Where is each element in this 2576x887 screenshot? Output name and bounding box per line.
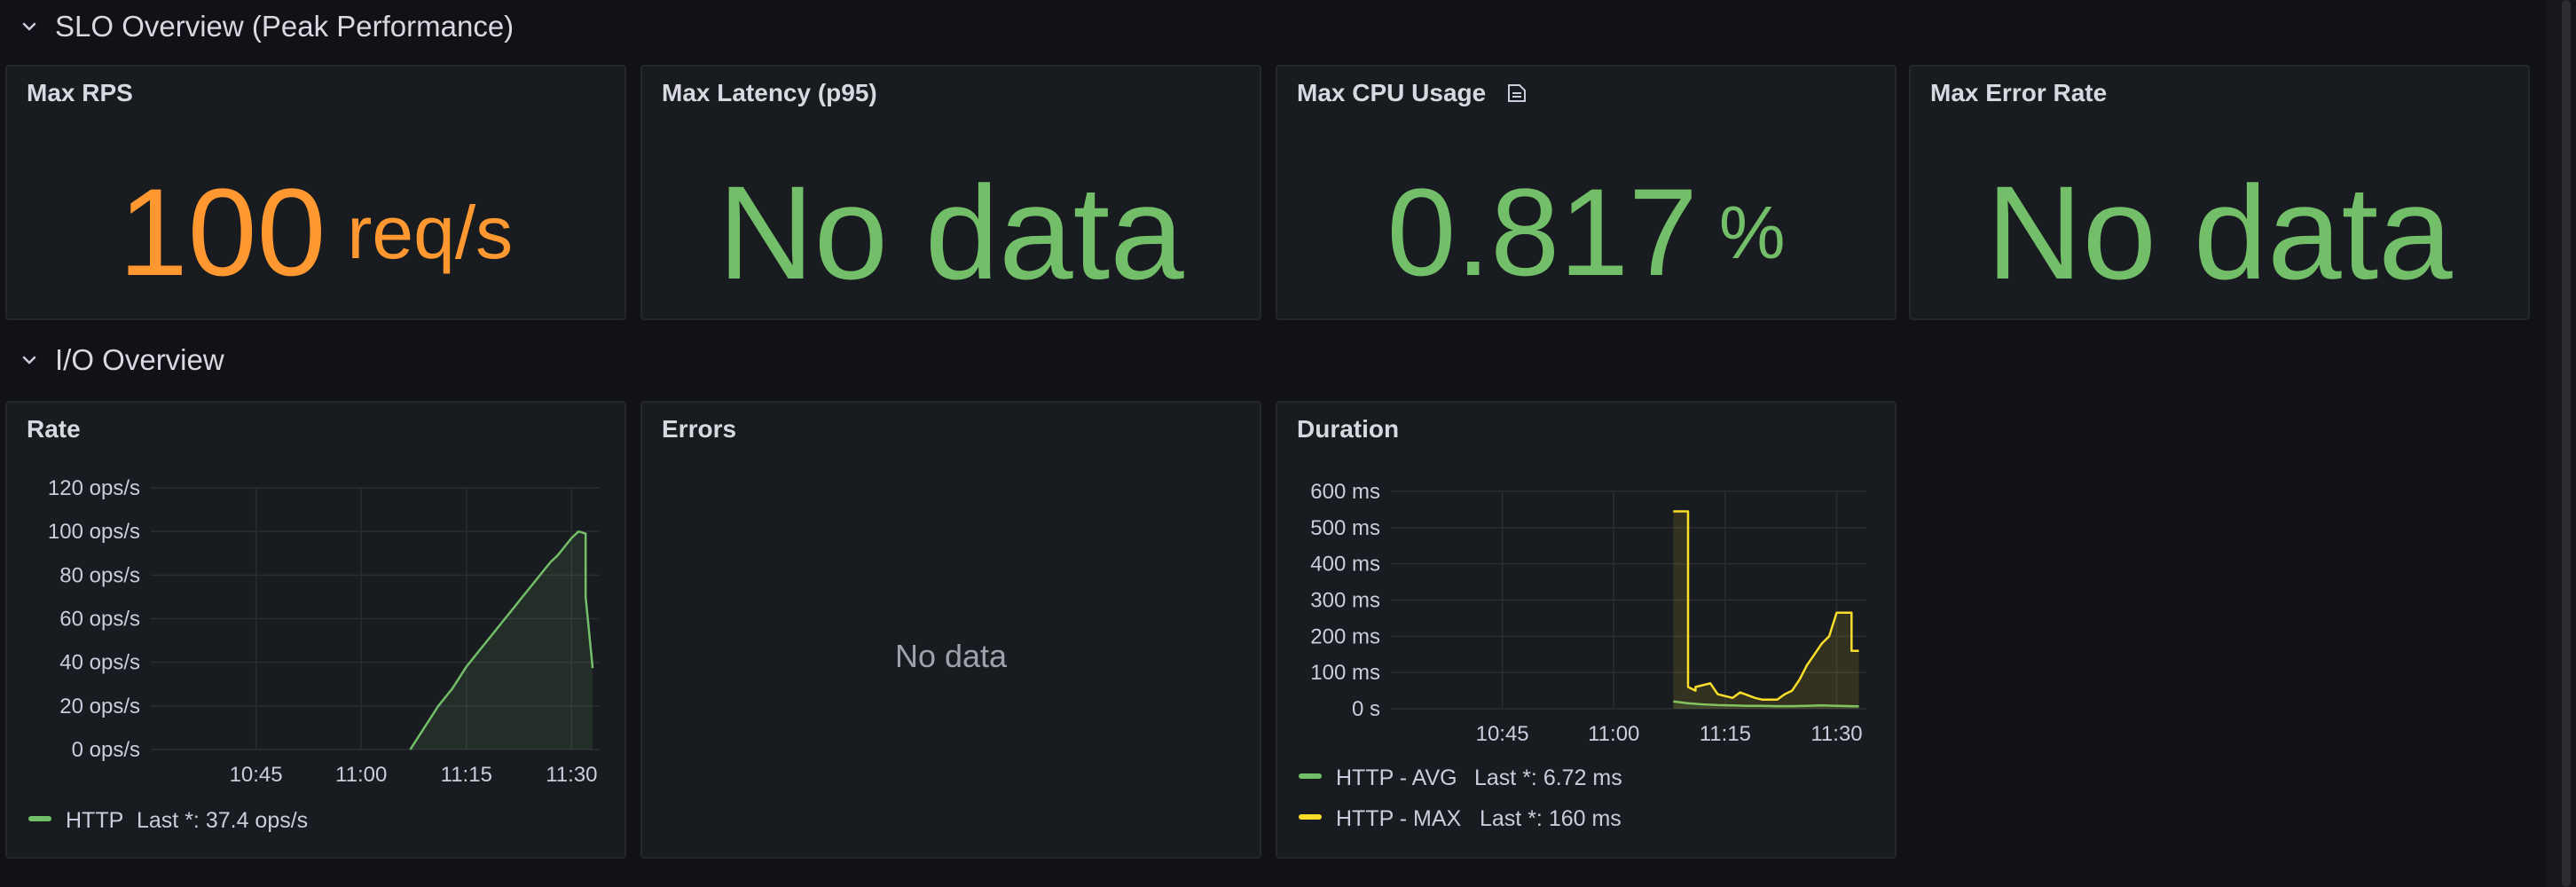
y-tick-label: 200 ms: [1310, 624, 1380, 648]
panel-title: Max Latency (p95): [662, 79, 877, 106]
x-tick-label: 11:30: [1810, 722, 1862, 746]
legend-last: Last *: 37.4 ops/s: [137, 808, 308, 833]
stat-panel-max-rps[interactable]: Max RPS 100 req/s: [5, 65, 626, 320]
x-tick-label: 11:15: [1700, 722, 1751, 746]
series-area: [1673, 511, 1859, 709]
x-tick-label: 11:30: [546, 763, 597, 787]
stat-number: 0.817: [1386, 162, 1698, 302]
stat-no-data: No data: [1986, 158, 2453, 307]
stat-panel-max-error-rate[interactable]: Max Error Rate No data: [1909, 65, 2530, 320]
panel-description-icon[interactable]: [1505, 82, 1528, 104]
legend-swatch: [1299, 773, 1322, 779]
panel-title-text: Max CPU Usage: [1297, 79, 1487, 106]
timeseries-panel-rate[interactable]: Rate 0 ops/s 20 ops/s 40 ops/s 60 ops/s 80 o…: [5, 401, 626, 859]
row-header-io[interactable]: I/O Overview: [0, 334, 2537, 387]
stat-panel-max-latency[interactable]: Max Latency (p95) No data: [640, 65, 1261, 320]
legend-last: Last *: 160 ms: [1480, 806, 1622, 831]
stat-value: 0.817 %: [1277, 146, 1895, 318]
y-tick-label: 60 ops/s: [59, 608, 140, 632]
stat-no-data: No data: [718, 158, 1184, 307]
y-tick-label: 80 ops/s: [59, 563, 140, 587]
y-tick-label: 40 ops/s: [59, 651, 140, 675]
y-tick-label: 100 ms: [1310, 661, 1380, 685]
panel-title: Max CPU Usage: [1297, 79, 1528, 107]
row-title: I/O Overview: [55, 343, 224, 376]
y-tick-label: 100 ops/s: [48, 520, 140, 544]
panel-title: Max RPS: [27, 79, 133, 106]
series-area: [410, 531, 593, 750]
x-tick-label: 10:45: [230, 763, 283, 787]
panel-title: Max Error Rate: [1930, 79, 2108, 106]
chevron-down-icon: [22, 356, 36, 365]
stat-panel-max-cpu[interactable]: Max CPU Usage 0.817 %: [1276, 65, 1897, 320]
legend-name: HTTP - MAX: [1336, 806, 1462, 831]
y-tick-label: 120 ops/s: [48, 476, 140, 500]
legend-swatch: [28, 816, 51, 821]
timeseries-panel-duration[interactable]: Duration 0 s 100 ms 200 ms 300 ms 400 ms 500 …: [1276, 401, 1897, 859]
no-data-message: No data: [894, 638, 1008, 674]
y-tick-label: 600 ms: [1310, 480, 1380, 504]
chevron-down-icon: [22, 22, 36, 31]
y-tick-label: 400 ms: [1310, 553, 1380, 577]
stat-unit: req/s: [347, 191, 514, 274]
rate-chart: 0 ops/s 20 ops/s 40 ops/s 60 ops/s 80 ops/s 1…: [28, 476, 600, 833]
legend-name: HTTP - AVG: [1336, 765, 1457, 790]
timeseries-panel-errors[interactable]: Errors No data: [640, 401, 1261, 859]
y-tick-label: 20 ops/s: [59, 695, 140, 718]
legend-last: Last *: 6.72 ms: [1474, 765, 1622, 790]
row-header-slo[interactable]: SLO Overview (Peak Performance): [0, 0, 2537, 53]
stat-value: No data: [1911, 146, 2528, 318]
stat-value: No data: [642, 146, 1260, 318]
x-tick-label: 11:00: [335, 763, 387, 787]
scrollbar-thumb[interactable]: [2562, 0, 2571, 887]
x-tick-label: 10:45: [1476, 722, 1529, 746]
legend-swatch: [1299, 814, 1322, 820]
stat-unit: %: [1718, 191, 1786, 274]
legend-name: HTTP: [66, 808, 123, 833]
y-tick-label: 0 ops/s: [72, 738, 140, 762]
duration-chart: 0 s 100 ms 200 ms 300 ms 400 ms 500 ms 600 ms 1…: [1299, 480, 1866, 831]
x-tick-label: 11:15: [441, 763, 492, 787]
y-tick-label: 500 ms: [1310, 516, 1380, 540]
row-title: SLO Overview (Peak Performance): [55, 10, 514, 43]
y-tick-label: 300 ms: [1310, 589, 1380, 613]
x-tick-label: 11:00: [1588, 722, 1639, 746]
y-tick-label: 0 s: [1352, 697, 1380, 721]
page-scrollbar[interactable]: [2546, 0, 2576, 887]
stat-value: 100 req/s: [7, 146, 624, 318]
stat-number: 100: [118, 162, 326, 302]
